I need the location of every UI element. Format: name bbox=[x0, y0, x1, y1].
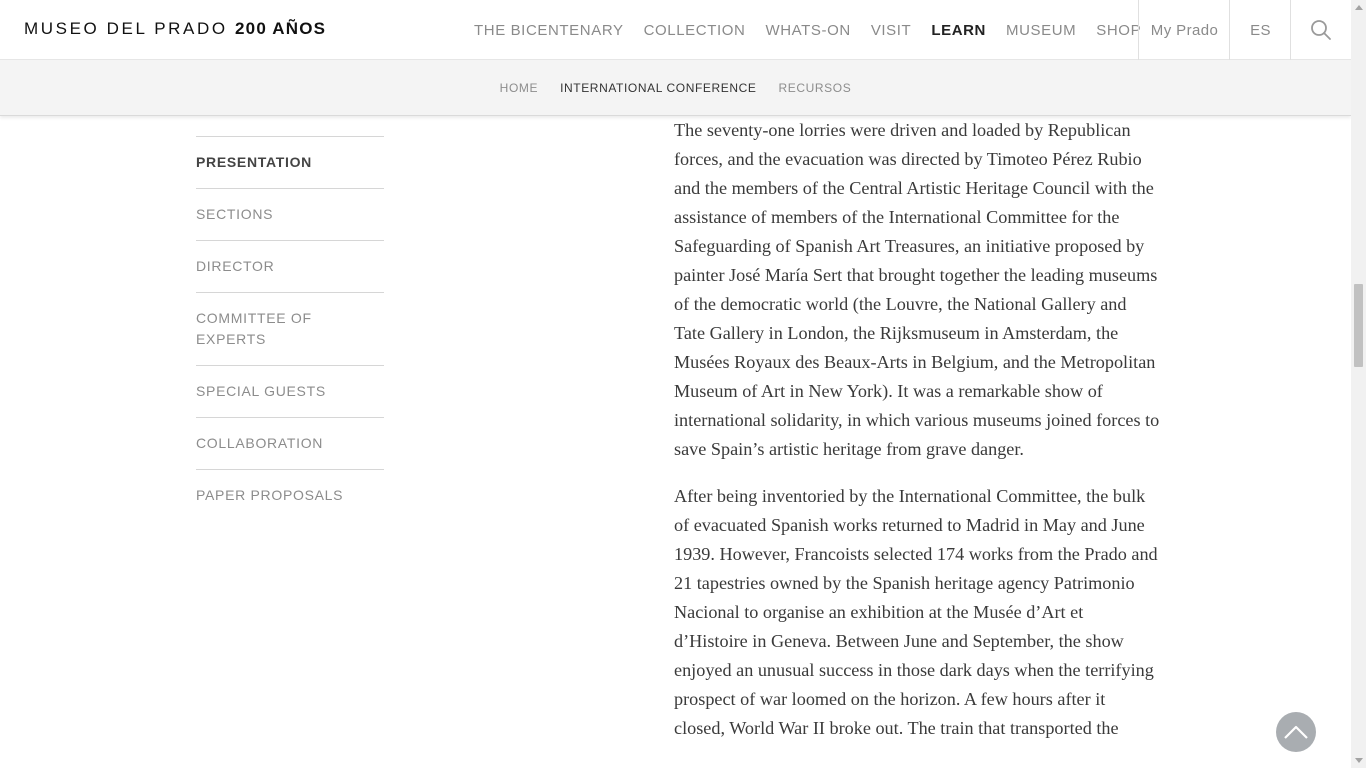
nav-item-whats-on[interactable]: WHATS-ON bbox=[755, 22, 860, 39]
article-paragraph: The seventy-one lorries were driven and … bbox=[674, 120, 1160, 459]
search-icon bbox=[1311, 20, 1331, 40]
subnav-item-international-conference[interactable]: INTERNATIONAL CONFERENCE bbox=[549, 81, 767, 95]
language-switch[interactable]: ES bbox=[1229, 0, 1291, 60]
site-header: MUSEO DEL PRADO 200 AÑOS THE BICENTENARY… bbox=[0, 0, 1351, 60]
nav-item-collection[interactable]: COLLECTION bbox=[634, 22, 756, 39]
my-prado-link[interactable]: My Prado bbox=[1138, 0, 1230, 60]
nav-item-museum[interactable]: MUSEUM bbox=[996, 22, 1086, 39]
nav-item-learn[interactable]: LEARN bbox=[921, 22, 996, 39]
secondary-nav: HOME INTERNATIONAL CONFERENCE RECURSOS bbox=[0, 60, 1351, 116]
scroll-down-arrow-icon[interactable] bbox=[1355, 758, 1363, 763]
logo-text: MUSEO DEL PRADO bbox=[24, 19, 228, 38]
page-scrollbar[interactable] bbox=[1351, 0, 1366, 768]
article-paragraph: After being inventoried by the Internati… bbox=[674, 486, 1158, 738]
sidebar-item-presentation[interactable]: PRESENTATION bbox=[196, 137, 384, 189]
sidebar-item-collaboration[interactable]: COLLABORATION bbox=[196, 418, 384, 470]
nav-item-bicentenary[interactable]: THE BICENTENARY bbox=[464, 22, 634, 39]
logo-anniversary: 200 AÑOS bbox=[235, 19, 327, 38]
scroll-up-arrow-icon[interactable] bbox=[1355, 5, 1363, 10]
article-body: The seventy-one lorries were driven and … bbox=[674, 116, 1160, 761]
back-to-top-button[interactable] bbox=[1276, 712, 1316, 752]
site-logo[interactable]: MUSEO DEL PRADO 200 AÑOS bbox=[24, 19, 326, 39]
search-button[interactable] bbox=[1290, 0, 1351, 60]
sidebar-item-paper-proposals[interactable]: PAPER PROPOSALS bbox=[196, 470, 384, 521]
sidebar-item-director[interactable]: DIRECTOR bbox=[196, 241, 384, 293]
section-sidebar: PRESENTATION SECTIONS DIRECTOR COMMITTEE… bbox=[196, 136, 384, 521]
chevron-up-icon bbox=[1284, 725, 1308, 739]
subnav-item-home[interactable]: HOME bbox=[489, 81, 549, 95]
subnav-item-recursos[interactable]: RECURSOS bbox=[768, 81, 863, 95]
sidebar-item-committee-of-experts[interactable]: COMMITTEE OF EXPERTS bbox=[196, 293, 384, 366]
main-nav: THE BICENTENARY COLLECTION WHATS-ON VISI… bbox=[464, 0, 1151, 60]
scroll-thumb[interactable] bbox=[1354, 284, 1363, 367]
sidebar-item-special-guests[interactable]: SPECIAL GUESTS bbox=[196, 366, 384, 418]
sidebar-item-sections[interactable]: SECTIONS bbox=[196, 189, 384, 241]
nav-item-visit[interactable]: VISIT bbox=[861, 22, 922, 39]
